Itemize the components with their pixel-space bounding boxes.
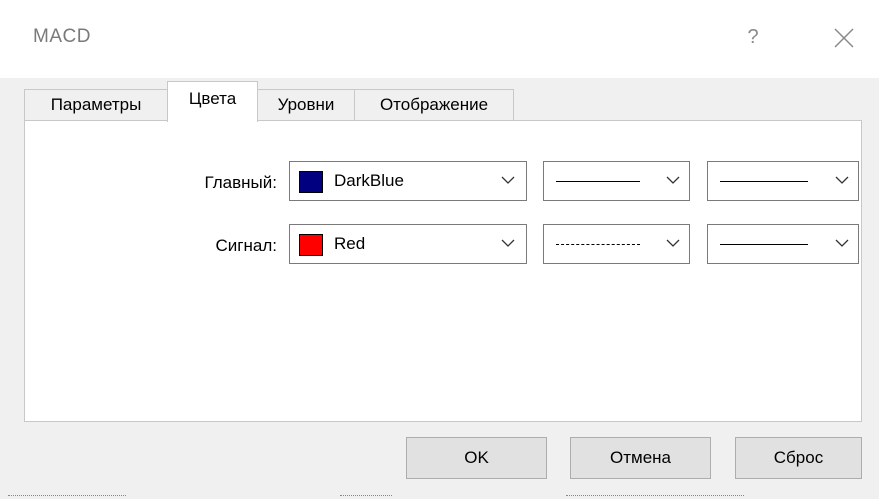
line-style-solid xyxy=(556,181,640,182)
color-swatch xyxy=(299,171,323,193)
cancel-button[interactable]: Отмена xyxy=(570,437,711,479)
tab-levels[interactable]: Уровни xyxy=(257,89,355,120)
window-title: MACD xyxy=(33,26,91,47)
color-swatch xyxy=(299,234,323,256)
signal-line-width-select[interactable] xyxy=(707,224,859,264)
color-name: DarkBlue xyxy=(334,171,404,190)
ok-button[interactable]: OK xyxy=(406,437,547,479)
line-width-thin xyxy=(720,181,808,182)
line-width-thin xyxy=(720,244,808,245)
main-color-select[interactable]: DarkBlue xyxy=(289,161,527,201)
chevron-down-icon xyxy=(501,239,515,247)
chevron-down-icon xyxy=(835,239,849,247)
macd-dialog: MACD ? Параметры Цвета Уровни Отображени… xyxy=(0,0,879,499)
chevron-down-icon xyxy=(666,176,680,184)
tab-colors[interactable]: Цвета xyxy=(167,81,258,122)
close-button[interactable] xyxy=(826,20,862,56)
signal-color-select[interactable]: Red xyxy=(289,224,527,264)
title-bar: MACD ? xyxy=(0,0,879,78)
signal-line-style-select[interactable] xyxy=(543,224,690,264)
main-line-width-select[interactable] xyxy=(707,161,859,201)
close-icon xyxy=(834,28,854,48)
signal-line-label: Сигнал: xyxy=(215,236,277,255)
bottom-divider xyxy=(340,495,392,496)
tab-parameters[interactable]: Параметры xyxy=(24,89,168,120)
chevron-down-icon xyxy=(501,176,515,184)
main-line-style-select[interactable] xyxy=(543,161,690,201)
reset-button[interactable]: Сброс xyxy=(735,437,862,479)
colors-panel: Главный: DarkBlue Сигнал: Red xyxy=(24,120,862,422)
chevron-down-icon xyxy=(666,239,680,247)
bottom-divider xyxy=(8,495,126,496)
color-name: Red xyxy=(334,234,366,253)
main-line-label: Главный: xyxy=(204,173,277,192)
help-button[interactable]: ? xyxy=(738,22,768,52)
bottom-divider xyxy=(566,495,744,496)
line-style-dashed xyxy=(556,244,640,245)
chevron-down-icon xyxy=(835,176,849,184)
tab-display[interactable]: Отображение xyxy=(354,89,514,120)
